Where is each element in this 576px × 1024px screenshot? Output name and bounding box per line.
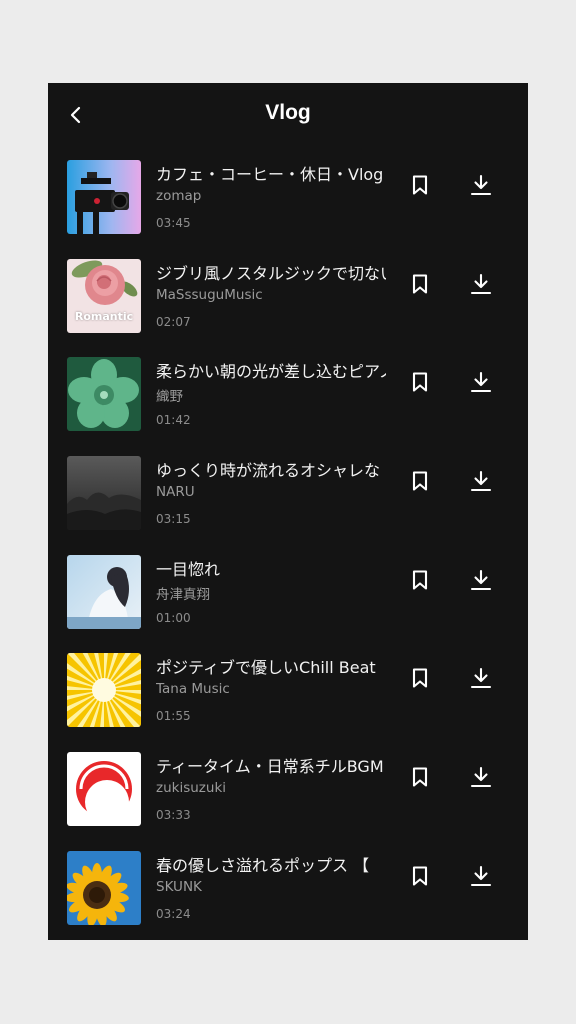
download-button[interactable] [469,272,493,296]
bookmark-icon [412,866,428,886]
track-title: ポジティブで優しいChill Beat [156,658,376,678]
track-title: 一目惚れ [156,559,221,579]
track-duration: 01:00 [156,610,191,625]
bookmark-icon [412,570,428,590]
bookmark-icon [412,767,428,787]
track-row[interactable]: ポジティブで優しいChill Beat Tana Music 01:55 [48,640,528,739]
download-button[interactable] [469,765,493,789]
track-duration: 03:24 [156,906,191,921]
track-duration: 01:42 [156,413,191,428]
track-title: ゆっくり時が流れるオシャレな [156,461,381,481]
bookmark-icon [412,372,428,392]
track-artist: SKUNK [156,878,202,895]
track-row[interactable]: 春の優しさ溢れるポップス 【 SKUNK 03:24 [48,838,528,937]
bookmark-button[interactable] [408,765,432,789]
track-artist: zukisuzuki [156,780,227,797]
download-icon [470,372,492,393]
bookmark-button[interactable] [408,272,432,296]
download-icon [470,668,492,689]
track-title: ジブリ風ノスタルジックで切ない [156,263,386,283]
track-duration: 03:33 [156,808,191,823]
track-title: カフェ・コーヒー・休日・Vlog [156,165,384,184]
track-artist: NARU [156,484,195,501]
track-row[interactable]: ティータイム・日常系チルBGM zukisuzuki 03:33 [48,739,528,838]
download-button[interactable] [469,370,493,394]
track-thumbnail: Romantic [67,258,141,333]
track-thumbnail [67,456,141,531]
track-duration: 02:07 [156,314,191,329]
download-icon [470,569,492,590]
download-button[interactable] [469,173,493,197]
track-title: 春の優しさ溢れるポップス 【 [156,855,370,875]
bookmark-button[interactable] [408,666,432,690]
track-row[interactable]: 柔らかい朝の光が差し込むピアノ 織野 01:42 [48,344,528,443]
download-icon [470,471,492,492]
track-row[interactable]: 一目惚れ 舟津真翔 01:00 [48,542,528,641]
bookmark-button[interactable] [408,864,432,888]
track-row[interactable]: カフェ・コーヒー・休日・Vlog zomap 03:45 [48,147,528,246]
bookmark-icon [412,175,428,195]
thumbnail-label: Romantic [74,309,134,323]
download-icon [470,865,492,886]
track-row[interactable]: ゆっくり時が流れるオシャレな NARU 03:15 [48,443,528,542]
track-list: カフェ・コーヒー・休日・Vlog zomap 03:45 Romantic ジブ… [48,147,528,937]
track-artist: MaSssuguMusic [156,286,263,303]
track-artist: zomap [156,188,202,204]
track-title: 柔らかい朝の光が差し込むピアノ [156,362,386,382]
app-screen: Vlog カフェ・コーヒー・休日・Vlog zomap 03:45 Romant… [48,83,528,940]
track-thumbnail [67,653,141,728]
track-thumbnail [67,554,141,629]
track-artist: 舟津真翔 [156,586,210,603]
download-button[interactable] [469,469,493,493]
download-button[interactable] [469,864,493,888]
bookmark-button[interactable] [408,568,432,592]
download-icon [470,174,492,196]
header: Vlog [48,83,528,147]
track-artist: 織野 [156,389,183,406]
track-row[interactable]: Romantic ジブリ風ノスタルジックで切ない MaSssuguMusic 0… [48,246,528,345]
bookmark-button[interactable] [408,469,432,493]
download-button[interactable] [469,568,493,592]
track-thumbnail [67,357,141,432]
download-button[interactable] [469,666,493,690]
bookmark-icon [412,471,428,491]
track-thumbnail [67,850,141,925]
track-duration: 01:55 [156,709,191,724]
track-thumbnail [67,160,141,234]
download-icon [470,767,492,788]
track-artist: Tana Music [156,681,230,698]
bookmark-button[interactable] [408,173,432,197]
track-duration: 03:45 [156,216,191,230]
bookmark-button[interactable] [408,370,432,394]
page-title: Vlog [265,101,311,124]
track-title: ティータイム・日常系チルBGM [156,757,384,777]
bookmark-icon [412,274,428,294]
track-duration: 03:15 [156,512,191,527]
bookmark-icon [412,668,428,688]
track-thumbnail [67,752,141,827]
download-icon [470,273,492,294]
